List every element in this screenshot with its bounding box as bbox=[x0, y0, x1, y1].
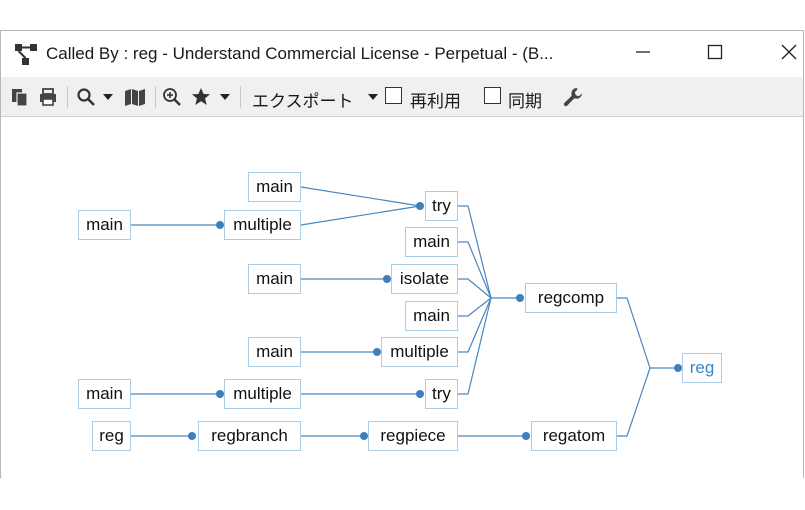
toolbar-separator bbox=[67, 86, 68, 108]
star-icon bbox=[191, 87, 211, 107]
edge-endpoint bbox=[383, 275, 391, 283]
search-icon bbox=[76, 87, 96, 107]
zoom-icon bbox=[162, 87, 182, 107]
edge-endpoint bbox=[516, 294, 524, 302]
print-icon bbox=[38, 87, 58, 107]
toolbar-separator bbox=[240, 86, 241, 108]
maximize-icon bbox=[707, 44, 723, 65]
minimize-button[interactable] bbox=[619, 31, 667, 77]
edge-endpoint bbox=[416, 202, 424, 210]
dropdown-arrow-icon bbox=[367, 92, 379, 102]
sync-label: 同期 bbox=[508, 92, 542, 111]
edge bbox=[458, 297, 492, 395]
graph-canvas[interactable]: main main multiple try main main isolate… bbox=[2, 118, 803, 478]
toolbar: エクスポート 再利用 同期 bbox=[1, 77, 803, 117]
toolbar-separator bbox=[155, 86, 156, 108]
graph-node[interactable]: main bbox=[248, 172, 301, 202]
wrench-icon bbox=[562, 86, 584, 108]
sync-checkbox[interactable] bbox=[484, 87, 501, 104]
reuse-label: 再利用 bbox=[410, 92, 461, 111]
graph-node[interactable]: main bbox=[405, 227, 458, 257]
edge-endpoint bbox=[416, 390, 424, 398]
graph-node[interactable]: main bbox=[248, 264, 301, 294]
graph-root-node[interactable]: reg bbox=[682, 353, 722, 383]
graph-node[interactable]: multiple bbox=[381, 337, 458, 367]
edge-endpoint bbox=[360, 432, 368, 440]
export-menu-label[interactable]: エクスポート bbox=[252, 87, 354, 112]
edge bbox=[458, 297, 492, 317]
search-dropdown[interactable] bbox=[101, 85, 115, 109]
close-button[interactable] bbox=[765, 31, 805, 77]
edge bbox=[617, 297, 651, 369]
print-button[interactable] bbox=[37, 85, 59, 109]
edge bbox=[300, 205, 421, 226]
graph-node[interactable]: regpiece bbox=[368, 421, 458, 451]
copy-button[interactable] bbox=[9, 85, 31, 109]
graph-node[interactable]: main bbox=[78, 379, 131, 409]
favorite-dropdown[interactable] bbox=[218, 85, 232, 109]
favorite-button[interactable] bbox=[190, 85, 212, 109]
reuse-checkbox[interactable] bbox=[385, 87, 402, 104]
graph-node[interactable]: try bbox=[425, 379, 458, 409]
graph-node[interactable]: main bbox=[405, 301, 458, 331]
graph-node[interactable]: main bbox=[248, 337, 301, 367]
map-icon bbox=[124, 87, 146, 107]
edge-endpoint bbox=[216, 390, 224, 398]
edge-endpoint bbox=[674, 364, 682, 372]
edge bbox=[617, 367, 651, 437]
graph-node[interactable]: main bbox=[78, 210, 131, 240]
graph-tree-icon bbox=[13, 41, 39, 67]
edge bbox=[300, 186, 421, 207]
maximize-button[interactable] bbox=[691, 31, 739, 77]
title-bar[interactable]: Called By : reg - Understand Commercial … bbox=[1, 31, 803, 77]
settings-button[interactable] bbox=[561, 85, 585, 109]
window-title: Called By : reg - Understand Commercial … bbox=[46, 44, 554, 63]
graph-node[interactable]: multiple bbox=[224, 379, 301, 409]
dropdown-arrow-icon bbox=[219, 92, 231, 102]
graph-node[interactable]: try bbox=[425, 191, 458, 221]
edge bbox=[458, 278, 492, 299]
close-icon bbox=[781, 44, 797, 65]
search-button[interactable] bbox=[75, 85, 97, 109]
zoom-button[interactable] bbox=[161, 85, 183, 109]
graph-node[interactable]: multiple bbox=[224, 210, 301, 240]
called-by-window: Called By : reg - Understand Commercial … bbox=[0, 30, 804, 478]
graph-node[interactable]: regbranch bbox=[198, 421, 301, 451]
edge-endpoint bbox=[216, 221, 224, 229]
graph-node[interactable]: regatom bbox=[531, 421, 617, 451]
edge-endpoint bbox=[522, 432, 530, 440]
edge bbox=[458, 297, 492, 353]
minimize-icon bbox=[635, 44, 651, 65]
edge-endpoint bbox=[373, 348, 381, 356]
export-dropdown[interactable] bbox=[365, 85, 381, 109]
dropdown-arrow-icon bbox=[102, 92, 114, 102]
graph-node[interactable]: isolate bbox=[391, 264, 458, 294]
copy-icon bbox=[10, 87, 30, 107]
map-button[interactable] bbox=[123, 85, 147, 109]
edge bbox=[458, 241, 492, 299]
edge-endpoint bbox=[188, 432, 196, 440]
graph-node[interactable]: reg bbox=[92, 421, 131, 451]
graph-node[interactable]: regcomp bbox=[525, 283, 617, 313]
